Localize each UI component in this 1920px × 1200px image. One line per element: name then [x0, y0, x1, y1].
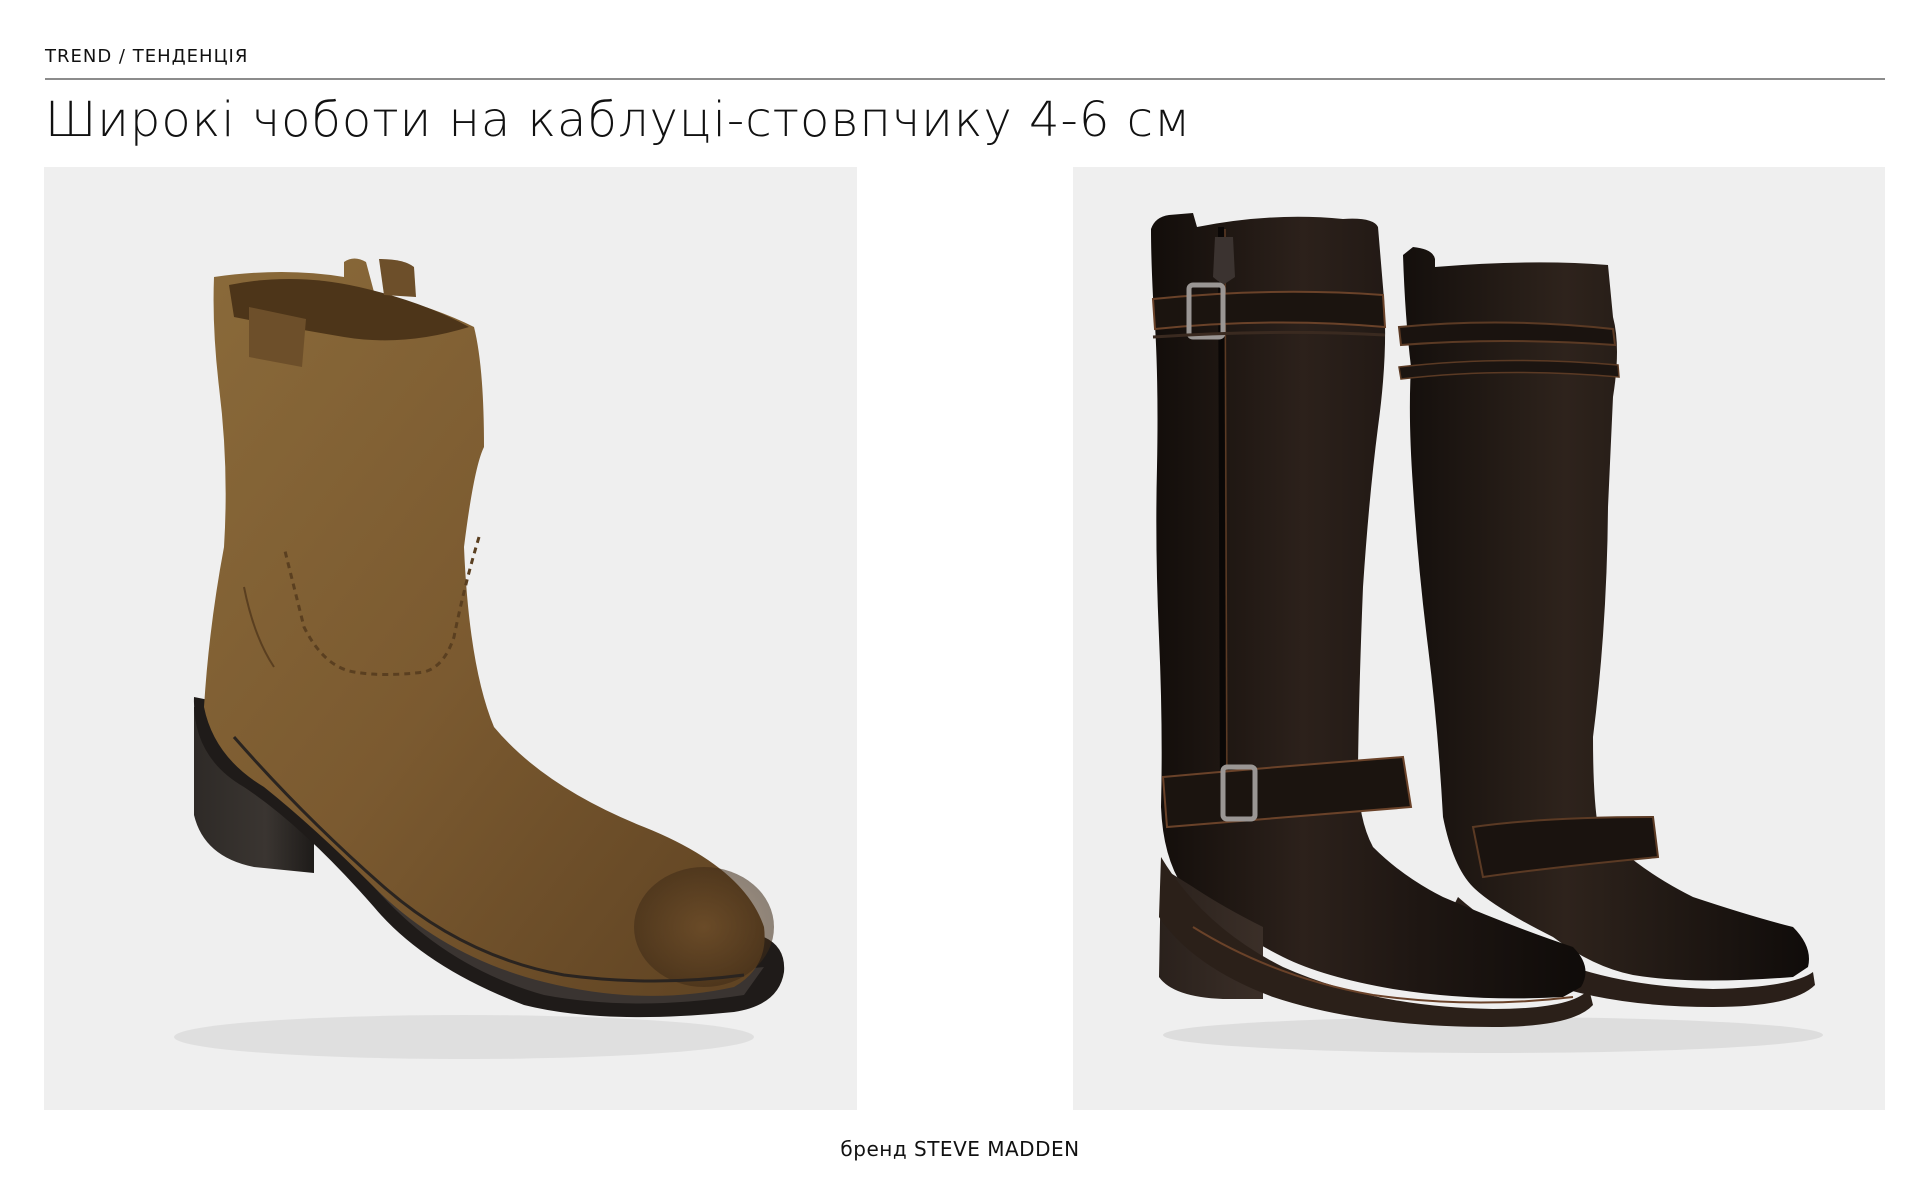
page-title: Широкі чоботи на каблуці-стовпчику 4-6 с…	[45, 92, 1192, 148]
section-kicker: TREND / ТЕНДЕНЦІЯ	[45, 46, 249, 67]
product-photo-black-leather-boots	[1073, 167, 1885, 1110]
black-leather-boots-illustration	[1151, 213, 1823, 1053]
brand-caption: бренд STEVE MADDEN	[840, 1137, 1080, 1161]
header-divider	[45, 78, 1885, 80]
product-photo-suede-ankle-boot	[44, 167, 857, 1110]
suede-ankle-boot-illustration	[174, 258, 785, 1059]
